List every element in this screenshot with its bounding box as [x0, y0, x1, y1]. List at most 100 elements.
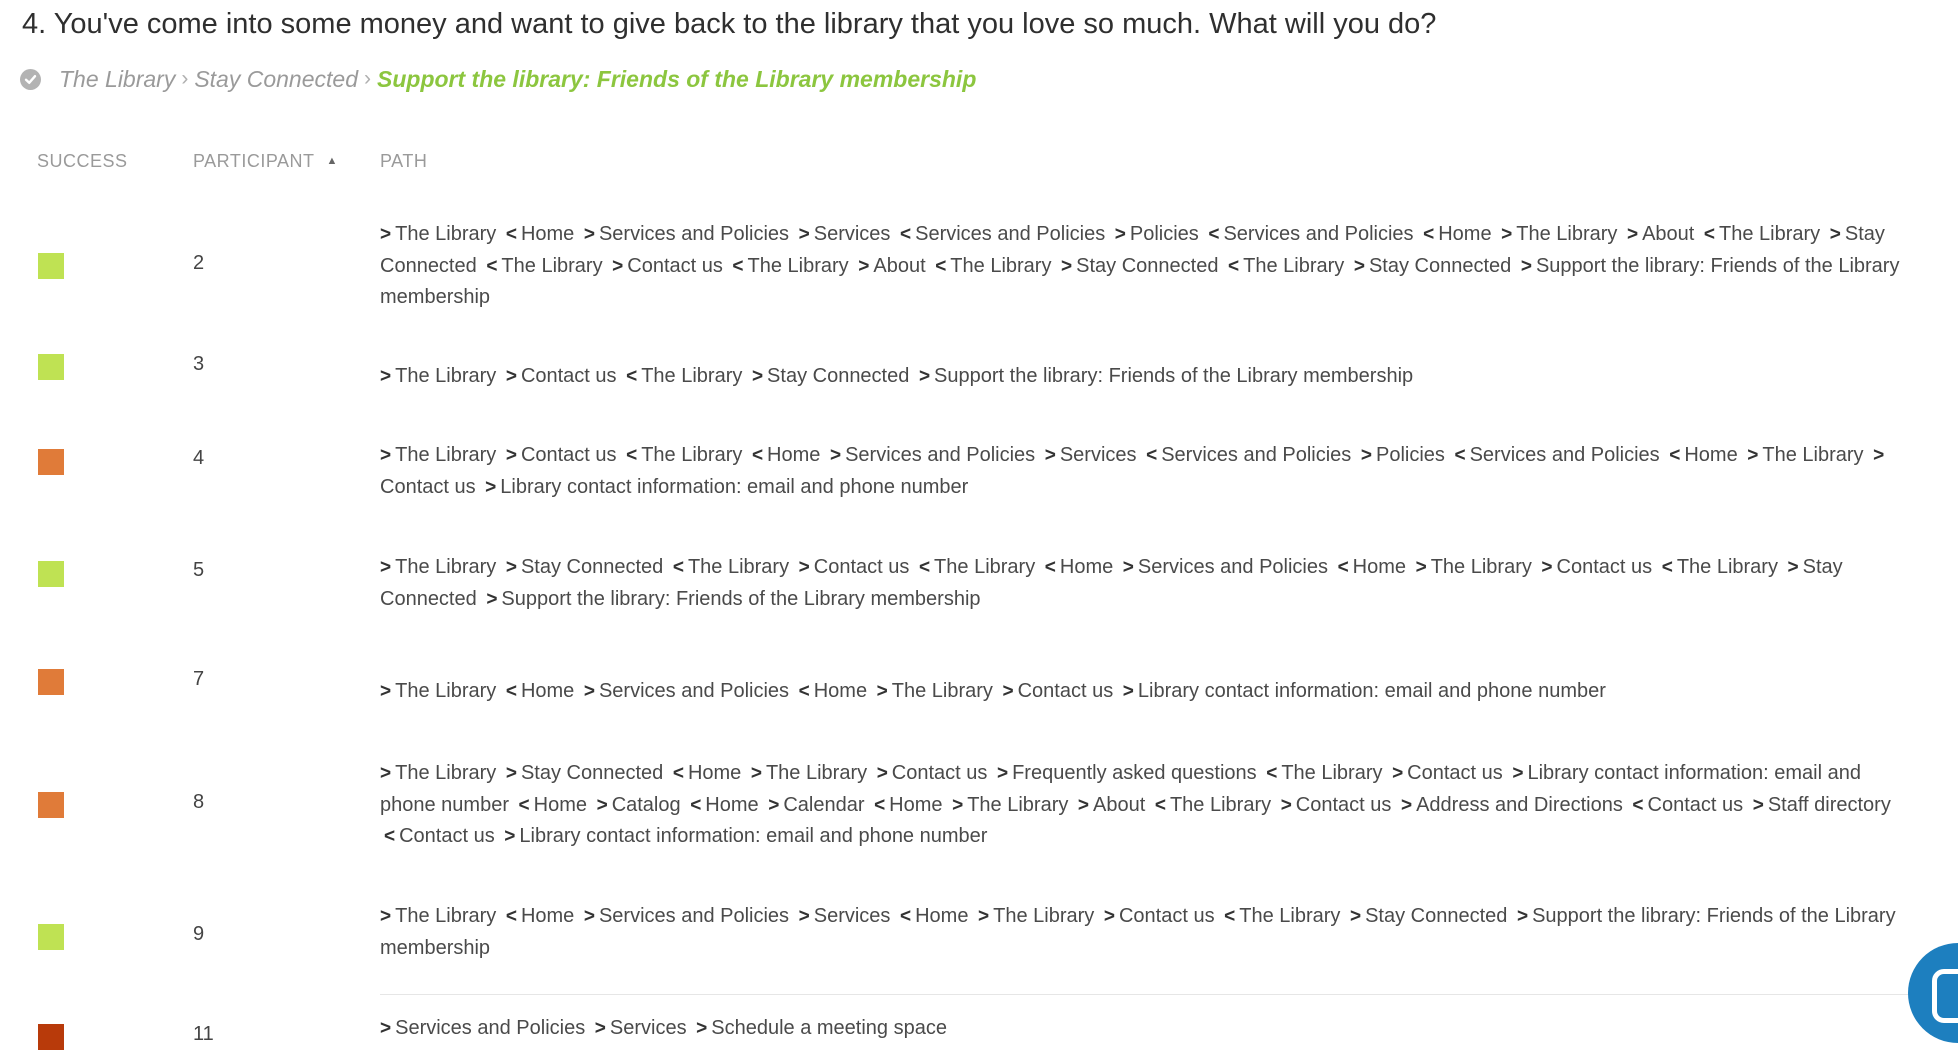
- chevron-right-icon: >: [594, 1018, 606, 1039]
- chevron-right-icon: >: [1541, 557, 1553, 578]
- chevron-right-icon: >: [876, 763, 888, 784]
- path-cell: > The Library < Home > Services and Policie…: [380, 676, 1915, 708]
- chevron-right-icon: >: [1044, 445, 1056, 466]
- chevron-right-icon: >: [612, 255, 624, 277]
- path-step: Policies: [1375, 444, 1445, 466]
- path-step: The Library: [993, 905, 1095, 927]
- chevron-left-icon: <: [1661, 557, 1673, 578]
- chevron-right-icon: >: [505, 763, 517, 784]
- chevron-right-icon: >: [1002, 681, 1014, 702]
- path-step: The Library: [950, 254, 1052, 277]
- path-step: The Library: [395, 905, 497, 927]
- sort-ascending-icon[interactable]: ▲: [327, 155, 338, 167]
- chevron-left-icon: <: [505, 224, 517, 245]
- path-step: Contact us: [1017, 680, 1114, 702]
- path-step: The Library: [967, 793, 1069, 816]
- path-step: About: [1642, 223, 1695, 245]
- path-step: Staff directory: [1767, 793, 1891, 816]
- chevron-right-icon: >: [1400, 794, 1413, 816]
- outcome-swatch-success: [38, 253, 64, 279]
- path-step: The Library: [1239, 905, 1341, 927]
- chevron-left-icon: <: [626, 366, 638, 387]
- path-step: Contact us: [813, 556, 910, 578]
- chevron-left-icon: <: [1669, 445, 1681, 466]
- column-header-path[interactable]: PATH: [380, 151, 427, 172]
- path-step: Services: [813, 905, 891, 927]
- path-step: Stay Connected: [1365, 905, 1508, 927]
- chevron-right-icon: >: [1349, 906, 1362, 927]
- path-step: The Library: [641, 365, 743, 387]
- chevron-right-icon: >: [380, 557, 392, 578]
- chevron-right-icon: >: [1061, 255, 1073, 277]
- chevron-right-icon: >: [751, 366, 764, 387]
- chevron-right-icon: ›: [364, 67, 371, 90]
- chevron-right-icon: >: [1787, 557, 1799, 578]
- path-step: Services and Policies: [1161, 444, 1352, 466]
- path-step: The Library: [395, 444, 497, 466]
- chevron-right-icon: >: [485, 476, 497, 498]
- outcome-swatch-indirect-fail: [38, 792, 64, 818]
- chevron-left-icon: <: [874, 794, 886, 816]
- path-step: Services: [813, 223, 891, 245]
- path-step: Stay Connected: [1076, 254, 1219, 277]
- path-step: Library contact information: email and p…: [519, 825, 988, 847]
- path-cell: > The Library < Home > Services and Policie…: [380, 219, 1915, 314]
- column-header-participant[interactable]: PARTICIPANT ▲: [193, 151, 338, 172]
- path-step: The Library: [747, 254, 849, 277]
- chevron-right-icon: >: [952, 794, 964, 816]
- path-step: Contact us: [1407, 762, 1503, 784]
- chevron-right-icon: >: [1501, 224, 1513, 245]
- chevron-right-icon: >: [1512, 763, 1524, 784]
- chevron-left-icon: <: [1228, 255, 1240, 277]
- chevron-right-icon: >: [504, 826, 516, 847]
- chevron-right-icon: >: [1280, 794, 1292, 816]
- path-step: The Library: [395, 365, 497, 387]
- path-step: The Library: [1281, 762, 1383, 784]
- path-step: Home: [520, 905, 575, 927]
- path-step: About: [873, 254, 926, 277]
- breadcrumb-item: Stay Connected: [194, 65, 358, 92]
- chevron-left-icon: <: [626, 445, 638, 466]
- chevron-right-icon: >: [829, 445, 842, 466]
- chevron-right-icon: >: [380, 681, 392, 702]
- path-step: Contact us: [1295, 793, 1392, 816]
- path-step: Services and Policies: [598, 905, 790, 927]
- path-step: About: [1093, 793, 1146, 816]
- path-cell: > The Library > Contact us < The Library < H…: [380, 440, 1915, 503]
- chevron-right-icon: >: [1829, 224, 1841, 245]
- chevron-right-icon: >: [750, 763, 762, 784]
- path-step: Support the library: Friends of the Libr…: [501, 587, 981, 610]
- path-step: The Library: [1719, 223, 1821, 245]
- path-step: The Library: [1676, 556, 1778, 578]
- chevron-right-icon: >: [918, 366, 931, 387]
- path-step: Home: [1684, 444, 1738, 466]
- participant-number: 4: [193, 447, 205, 469]
- chevron-right-icon: >: [380, 366, 392, 387]
- path-step: Address and Directions: [1416, 793, 1623, 816]
- question-title: 4. You've come into some money and want …: [22, 8, 1437, 40]
- row-divider: [380, 994, 1915, 995]
- chevron-left-icon: <: [935, 255, 947, 277]
- chevron-right-icon: >: [798, 906, 810, 927]
- chat-widget-button[interactable]: [1908, 943, 1958, 1043]
- outcome-swatch-success: [38, 561, 64, 587]
- chevron-left-icon: <: [486, 255, 498, 277]
- chevron-right-icon: >: [596, 794, 608, 816]
- chat-icon: [1932, 969, 1958, 1023]
- chevron-right-icon: >: [876, 681, 888, 702]
- path-step: Services: [609, 1017, 687, 1039]
- path-step: The Library: [641, 444, 743, 466]
- chevron-right-icon: >: [380, 445, 392, 466]
- chevron-left-icon: <: [384, 826, 396, 847]
- participant-number: 11: [193, 1023, 214, 1045]
- chevron-left-icon: <: [505, 681, 517, 702]
- column-header-success[interactable]: SUCCESS: [37, 151, 128, 172]
- path-step: Stay Connected: [767, 365, 910, 387]
- outcome-swatch-success: [38, 924, 64, 950]
- chevron-left-icon: <: [1632, 794, 1644, 816]
- path-step: Home: [813, 680, 868, 702]
- path-step: Home: [520, 223, 575, 245]
- chevron-right-icon: >: [1520, 255, 1532, 277]
- path-step: Services and Policies: [598, 680, 790, 702]
- path-step: Contact us: [1118, 905, 1215, 927]
